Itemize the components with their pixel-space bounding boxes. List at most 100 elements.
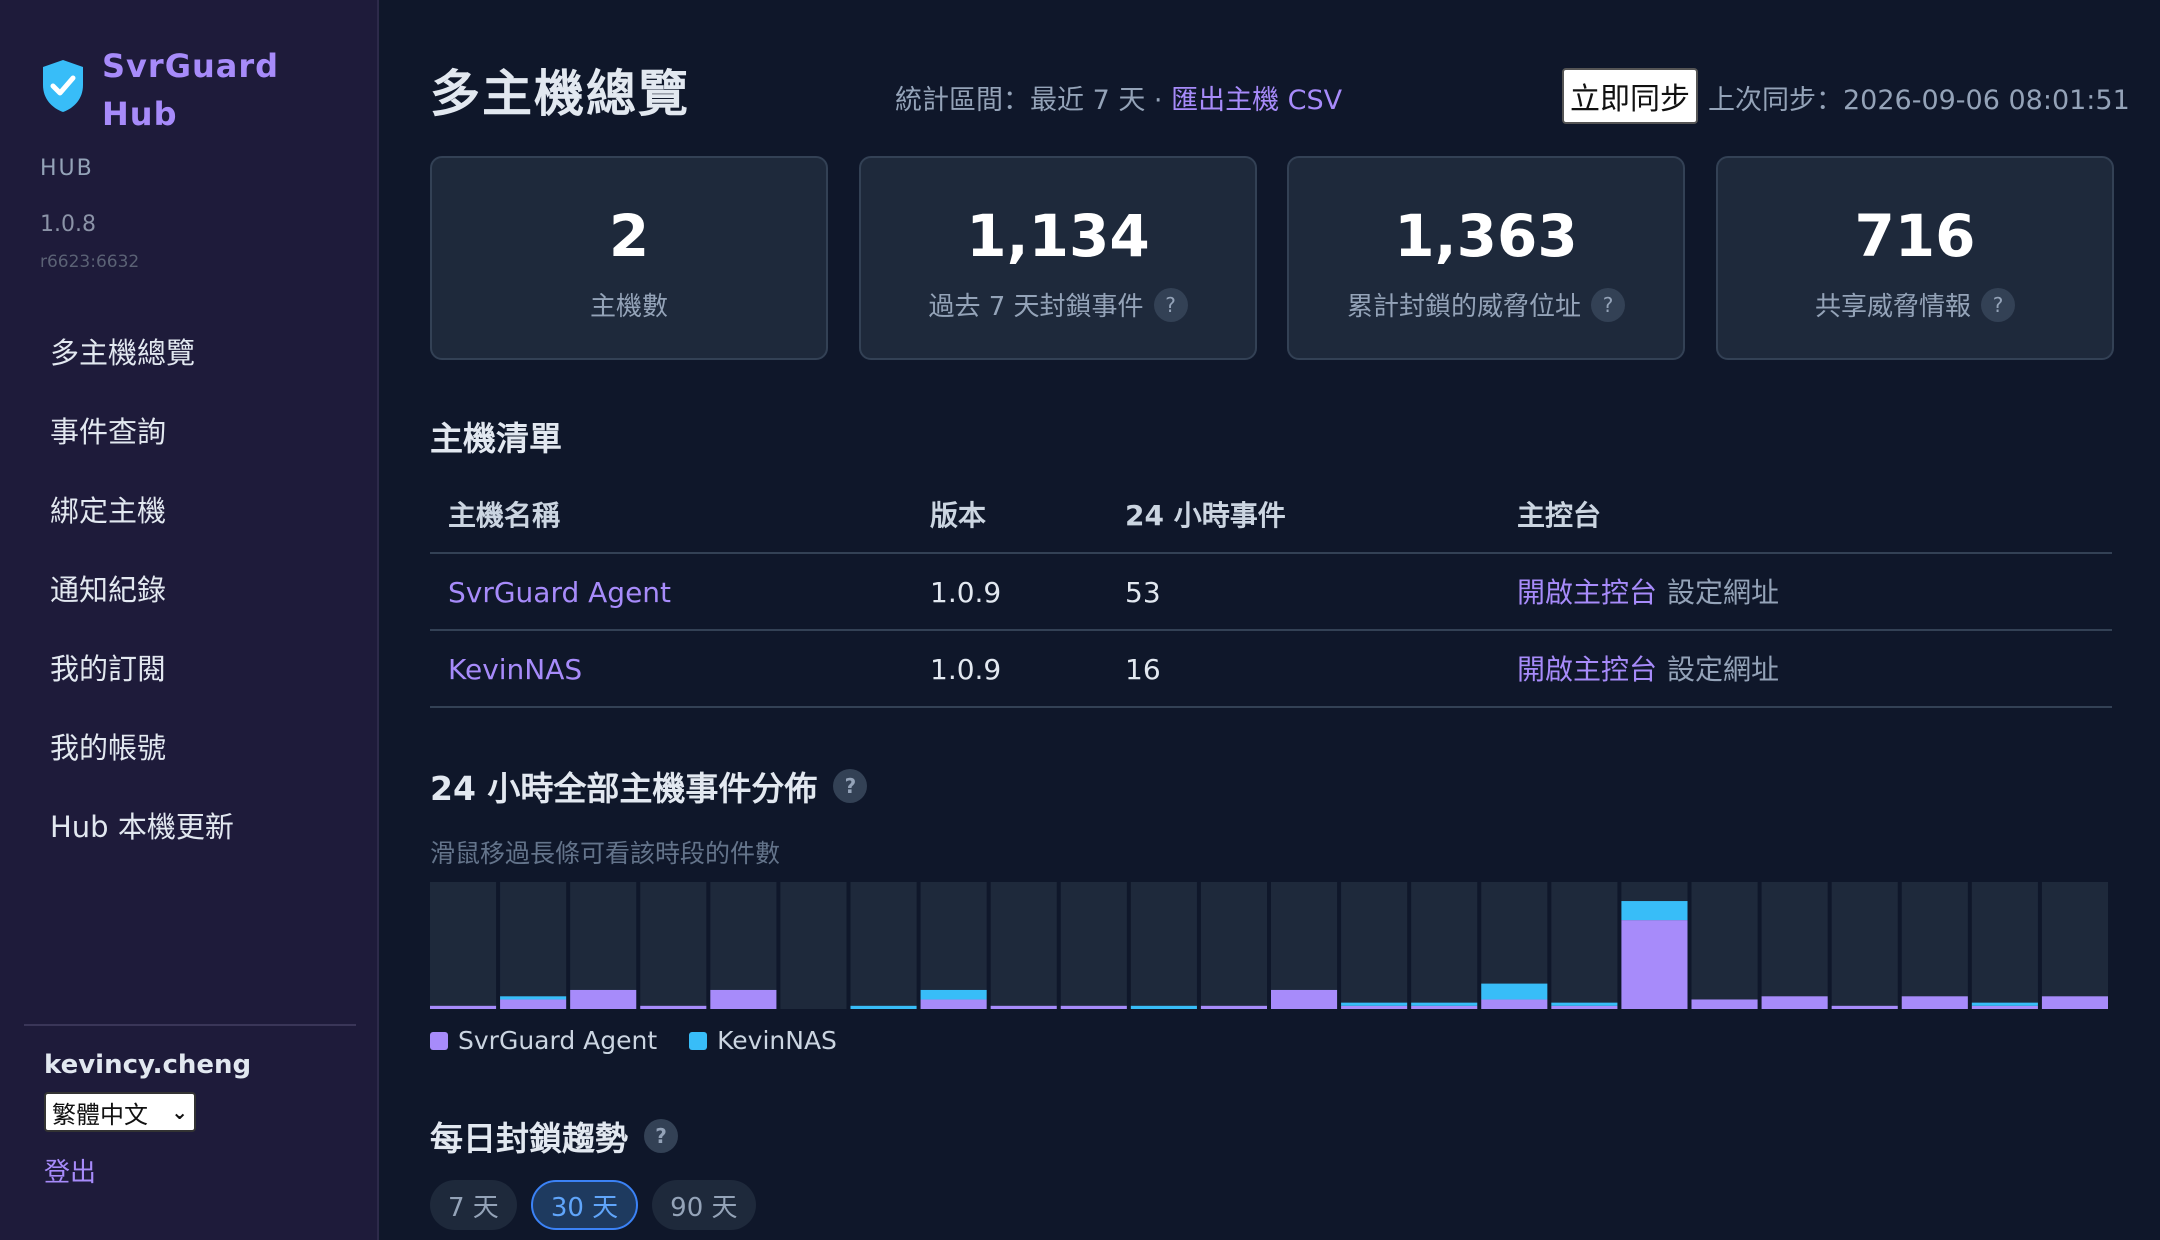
bar-segment-svrguard-agent[interactable] [990,1005,1057,1009]
bar-segment-svrguard-agent[interactable] [920,999,987,1009]
bar-slot[interactable] [1901,882,1968,1009]
bar-slot[interactable] [1971,882,2038,1009]
bar-slot[interactable] [1060,882,1127,1009]
bar-segment-svrguard-agent[interactable] [1551,1005,1618,1009]
sidebar-item-account[interactable]: 我的帳號 [50,725,234,804]
range-tab-7d[interactable]: 7 天 [430,1180,517,1230]
open-console-link[interactable]: 開啟主控台 [1517,576,1657,609]
export-csv-link[interactable]: 匯出主機 CSV [1171,85,1342,116]
sidebar-item-events[interactable]: 事件查詢 [50,409,234,488]
sidebar-item-subscriptions[interactable]: 我的訂閱 [50,646,234,725]
sidebar-item-overview[interactable]: 多主機總覽 [50,330,234,409]
bar-slot[interactable] [1200,882,1267,1009]
bar-segment-svrguard-agent[interactable] [1271,989,1338,1009]
set-url-link[interactable]: 設定網址 [1667,576,1779,609]
bar-segment-svrguard-agent[interactable] [1481,999,1548,1009]
bar-segment-svrguard-agent[interactable] [2041,996,2108,1009]
bar-segment-svrguard-agent[interactable] [1411,1005,1478,1009]
host-events-24h: 53 [1125,576,1161,609]
bar-segment-kevinnas[interactable] [1411,1002,1478,1006]
bar-segment-kevinnas[interactable] [1130,1005,1197,1009]
bar-slot[interactable] [990,882,1057,1009]
sidebar-item-bind-host[interactable]: 綁定主機 [50,488,234,567]
help-icon[interactable]: ? [644,1119,678,1153]
stat-label: 累計封鎖的威脅位址? [1289,286,1683,323]
bar-slot[interactable] [1831,882,1898,1009]
bar-segment-svrguard-agent[interactable] [1200,1005,1267,1009]
help-icon[interactable]: ? [1981,287,2015,322]
sidebar: SvrGuard Hub HUB 1.0.8 r6623:6632 多主機總覽 … [0,0,379,1240]
logout-link[interactable]: 登出 [44,1152,96,1189]
bar-segment-svrguard-agent[interactable] [1761,996,1828,1009]
range-tabs: 7 天 30 天 90 天 [430,1180,756,1230]
bar-slot[interactable] [1411,882,1478,1009]
shield-check-icon [43,60,83,112]
host-list-title-text: 主機清單 [430,419,562,458]
bar-slot[interactable] [430,882,497,1009]
distribution-title-text: 24 小時全部主機事件分佈 [430,769,818,808]
open-console-link[interactable]: 開啟主控台 [1517,653,1657,686]
legend-item: SvrGuard Agent [430,1026,657,1055]
bar-segment-svrguard-agent[interactable] [1691,999,1758,1009]
bar-slot[interactable] [1551,882,1618,1009]
bar-segment-svrguard-agent[interactable] [1901,996,1968,1009]
stat-label: 過去 7 天封鎖事件? [861,286,1255,323]
bar-slot[interactable] [500,882,567,1009]
stat-label-text: 累計封鎖的威脅位址 [1346,292,1581,322]
bar-segment-kevinnas[interactable] [920,989,987,1000]
app-version: 1.0.8 [40,212,96,237]
bar-slot[interactable] [2041,882,2108,1009]
stat-card-blocked-addresses: 1,363 累計封鎖的威脅位址? [1287,156,1685,360]
bar-segment-kevinnas[interactable] [1481,983,1548,1000]
bar-segment-svrguard-agent[interactable] [1971,1005,2038,1009]
brand-title: SvrGuard Hub [102,47,280,133]
hub-label: HUB [40,156,94,181]
column-header-name[interactable]: 主機名稱 [448,477,560,554]
stats-range: 統計區間：最近 7 天 · 匯出主機 CSV [895,78,1342,117]
bar-slot[interactable] [1691,882,1758,1009]
help-icon[interactable]: ? [833,769,868,803]
trend-title: 每日封鎖趨勢 ? [430,1112,678,1160]
bar-segment-kevinnas[interactable] [1551,1002,1618,1006]
bar-segment-svrguard-agent[interactable] [710,989,777,1009]
bar-segment-svrguard-agent[interactable] [1621,920,1688,1009]
column-header-events[interactable]: 24 小時事件 [1125,477,1286,554]
sidebar-divider [24,1024,356,1026]
host-name-link[interactable]: KevinNAS [448,631,582,708]
host-name-link[interactable]: SvrGuard Agent [448,554,671,631]
range-tab-30d[interactable]: 30 天 [530,1180,639,1230]
bar-segment-svrguard-agent[interactable] [570,989,637,1009]
brand[interactable]: SvrGuard Hub [40,42,302,138]
bar-segment-svrguard-agent[interactable] [1831,1005,1898,1009]
bar-slot[interactable] [640,882,707,1009]
bar-segment-svrguard-agent[interactable] [430,1005,497,1009]
stat-label: 共享威脅情報? [1718,286,2112,323]
help-icon[interactable]: ? [1153,287,1188,322]
range-tab-90d[interactable]: 90 天 [652,1180,756,1230]
app-revision: r6623:6632 [40,252,140,272]
bar-slot[interactable] [850,882,917,1009]
page-title: 多主機總覽 [430,65,690,123]
bar-segment-kevinnas[interactable] [850,1005,917,1009]
sync-now-button[interactable]: 立即同步 [1562,68,1698,124]
bar-segment-svrguard-agent[interactable] [1341,1005,1408,1009]
set-url-link[interactable]: 設定網址 [1667,653,1779,686]
bar-slot[interactable] [1341,882,1408,1009]
sidebar-item-hub-update[interactable]: Hub 本機更新 [50,804,234,883]
console-cell: 開啟主控台 設定網址 [1517,631,1779,708]
bar-segment-kevinnas[interactable] [1621,901,1688,921]
bar-segment-kevinnas[interactable] [1971,1002,2038,1006]
bar-segment-svrguard-agent[interactable] [640,1005,707,1009]
username: kevincy.cheng [44,1050,252,1080]
column-header-version[interactable]: 版本 [930,477,986,554]
bar-segment-kevinnas[interactable] [1341,1002,1408,1006]
bar-segment-svrguard-agent[interactable] [1060,1005,1127,1009]
bar-slot[interactable] [1130,882,1197,1009]
bar-slot[interactable] [1761,882,1828,1009]
help-icon[interactable]: ? [1591,287,1625,322]
bar-slot[interactable] [780,882,847,1009]
sidebar-item-notifications[interactable]: 通知紀錄 [50,567,234,646]
bar-segment-svrguard-agent[interactable] [500,999,567,1009]
bar-segment-kevinnas[interactable] [500,996,567,1000]
language-select[interactable]: 繁體中文 ⌄ [44,1092,196,1132]
